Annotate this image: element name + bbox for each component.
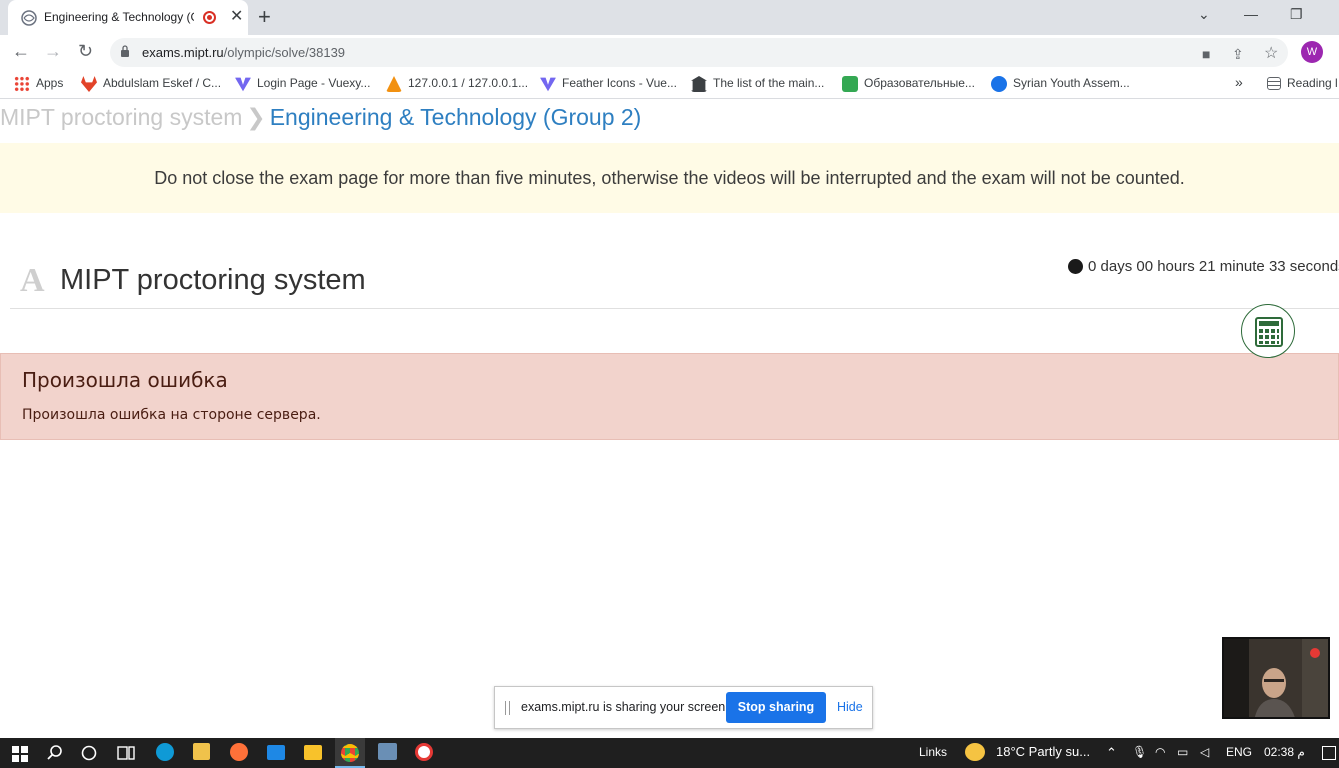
bookmark-label: Syrian Youth Assem... bbox=[1013, 76, 1130, 91]
wifi-icon[interactable]: ◠ bbox=[1155, 745, 1165, 759]
apps-grid-icon bbox=[14, 76, 30, 92]
gitlab-icon bbox=[81, 76, 97, 92]
recording-dot-icon bbox=[1310, 648, 1320, 658]
bookmark-label: Apps bbox=[36, 76, 64, 91]
hide-button[interactable]: Hide bbox=[837, 700, 863, 714]
remote-desktop-icon[interactable] bbox=[378, 743, 397, 760]
error-message: Произошла ошибка на стороне сервера. bbox=[22, 407, 321, 423]
chevron-right-icon: ❯ bbox=[246, 104, 266, 130]
battery-icon[interactable]: ▭ bbox=[1177, 745, 1188, 759]
stop-sharing-button[interactable]: Stop sharing bbox=[726, 692, 826, 723]
windows-start-icon[interactable] bbox=[12, 746, 28, 762]
store-icon[interactable] bbox=[193, 743, 210, 760]
links-toolbar[interactable]: Links bbox=[919, 745, 947, 759]
cortana-icon[interactable] bbox=[81, 745, 97, 761]
url-path: /olympic/solve/38139 bbox=[223, 45, 346, 60]
address-bar[interactable]: exams.mipt.ru/olympic/solve/38139 ■ ⇪ ☆ bbox=[110, 38, 1288, 67]
breadcrumb-home-link[interactable]: MIPT proctoring system bbox=[0, 104, 242, 130]
chrome-icon bbox=[341, 744, 359, 762]
exam-title: MIPT proctoring system bbox=[60, 264, 366, 296]
system-clock[interactable]: 02:38 م bbox=[1264, 745, 1305, 759]
bookmark-label: 127.0.0.1 / 127.0.0.1... bbox=[408, 76, 529, 91]
bookmark-label: Feather Icons - Vue... bbox=[562, 76, 677, 91]
share-icon[interactable]: ⇪ bbox=[1232, 46, 1244, 63]
tab-search-icon[interactable]: ⌄ bbox=[1198, 6, 1210, 23]
search-icon[interactable] bbox=[47, 745, 63, 761]
windows-taskbar: Links 18°C Partly su... ⌃ 🎙 ◠ ▭ ◁ ENG 02… bbox=[0, 738, 1339, 768]
bookmark-star-icon[interactable]: ☆ bbox=[1264, 43, 1278, 63]
syrian-youth-icon bbox=[991, 76, 1007, 92]
breadcrumb-current[interactable]: Engineering & Technology (Group 2) bbox=[270, 104, 642, 130]
bookmark-education[interactable]: Образовательные... bbox=[842, 76, 975, 92]
tab-strip: Engineering & Technology (G ✕ + ⌄ — ❐ bbox=[0, 0, 1339, 35]
webcam-preview bbox=[1222, 637, 1330, 719]
breadcrumb: MIPT proctoring system ❯ Engineering & Tec… bbox=[0, 104, 641, 131]
mail-icon[interactable] bbox=[267, 745, 285, 760]
bookmark-feather-icons[interactable]: Feather Icons - Vue... bbox=[540, 76, 677, 92]
chrome-taskbar-button[interactable] bbox=[335, 738, 365, 768]
drag-handle-icon[interactable] bbox=[505, 701, 510, 715]
bookmark-label: Login Page - Vuexy... bbox=[257, 76, 371, 91]
recording-indicator-icon bbox=[203, 11, 216, 24]
calculator-icon bbox=[1255, 317, 1283, 347]
firefox-icon[interactable] bbox=[230, 743, 248, 761]
task-view-icon[interactable] bbox=[117, 745, 135, 761]
reading-list-button[interactable]: Reading l bbox=[1267, 76, 1338, 91]
microphone-icon[interactable]: 🎙 bbox=[1132, 745, 1147, 759]
volume-icon[interactable]: ◁ bbox=[1200, 745, 1209, 759]
forward-button[interactable]: → bbox=[44, 41, 62, 62]
warning-banner: Do not close the exam page for more than… bbox=[0, 143, 1339, 213]
camera-icon[interactable]: ■ bbox=[1202, 46, 1210, 62]
bookmark-label: Abdulslam Eskef / C... bbox=[103, 76, 222, 91]
vuexy-icon bbox=[540, 77, 556, 92]
bookmarks-overflow-button[interactable]: » bbox=[1235, 74, 1243, 90]
exam-timer: 0 days 00 hours 21 minute 33 seconds bbox=[1068, 258, 1339, 275]
bookmarks-bar: Apps Abdulslam Eskef / C... Login Page -… bbox=[0, 69, 1339, 99]
reading-list-icon bbox=[1267, 77, 1281, 91]
edge-icon[interactable] bbox=[156, 743, 174, 761]
weather-icon bbox=[965, 743, 985, 761]
calculator-button[interactable] bbox=[1241, 304, 1295, 358]
bookmark-syrian-youth[interactable]: Syrian Youth Assem... bbox=[991, 76, 1130, 92]
weather-text[interactable]: 18°C Partly su... bbox=[996, 744, 1090, 759]
file-explorer-icon[interactable] bbox=[304, 745, 322, 760]
reload-button[interactable]: ↻ bbox=[78, 41, 93, 62]
phpmyadmin-icon bbox=[386, 76, 402, 92]
lock-icon bbox=[121, 45, 129, 57]
exam-logo-icon: A bbox=[20, 262, 45, 299]
notifications-icon[interactable] bbox=[1322, 746, 1336, 760]
url-host: exams.mipt.ru bbox=[142, 45, 224, 60]
bookmark-gitlab[interactable]: Abdulslam Eskef / C... bbox=[81, 76, 221, 92]
back-button[interactable]: ← bbox=[12, 41, 30, 62]
building-icon bbox=[691, 76, 707, 92]
share-message: exams.mipt.ru is sharing your screen. bbox=[521, 700, 729, 714]
bookmark-apps[interactable]: Apps bbox=[14, 76, 63, 92]
restore-button[interactable]: ❐ bbox=[1290, 6, 1303, 23]
bookmark-label: Образовательные... bbox=[864, 76, 975, 91]
vuexy-icon bbox=[235, 77, 251, 92]
chevron-up-icon[interactable]: ⌃ bbox=[1106, 745, 1117, 761]
screen-share-bar: exams.mipt.ru is sharing your screen. St… bbox=[494, 686, 873, 729]
education-site-icon bbox=[842, 76, 858, 92]
clock-icon bbox=[1068, 258, 1083, 274]
language-indicator[interactable]: ENG bbox=[1226, 745, 1252, 759]
error-alert: Произошла ошибка Произошла ошибка на сто… bbox=[0, 353, 1339, 440]
site-favicon-icon bbox=[21, 10, 37, 26]
timer-text: 0 days 00 hours 21 minute 33 seconds bbox=[1088, 258, 1339, 275]
app-icon[interactable] bbox=[415, 743, 433, 761]
reading-list-label: Reading l bbox=[1287, 76, 1338, 90]
error-title: Произошла ошибка bbox=[22, 368, 228, 392]
minimize-button[interactable]: — bbox=[1244, 6, 1258, 22]
bookmark-main-list[interactable]: The list of the main... bbox=[691, 76, 824, 92]
bookmark-label: The list of the main... bbox=[713, 76, 825, 91]
close-tab-icon[interactable]: ✕ bbox=[230, 8, 243, 26]
bookmark-phpmyadmin[interactable]: 127.0.0.1 / 127.0.0.1... bbox=[386, 76, 528, 92]
new-tab-button[interactable]: + bbox=[258, 4, 271, 30]
tab-title: Engineering & Technology (G bbox=[44, 10, 194, 24]
profile-avatar[interactable]: W bbox=[1301, 41, 1323, 63]
browser-toolbar: ← → ↻ exams.mipt.ru/olympic/solve/38139 … bbox=[0, 35, 1339, 69]
url-text: exams.mipt.ru/olympic/solve/38139 bbox=[142, 45, 345, 60]
browser-tab[interactable]: Engineering & Technology (G ✕ bbox=[8, 0, 248, 35]
bookmark-vuexy-login[interactable]: Login Page - Vuexy... bbox=[235, 76, 370, 92]
